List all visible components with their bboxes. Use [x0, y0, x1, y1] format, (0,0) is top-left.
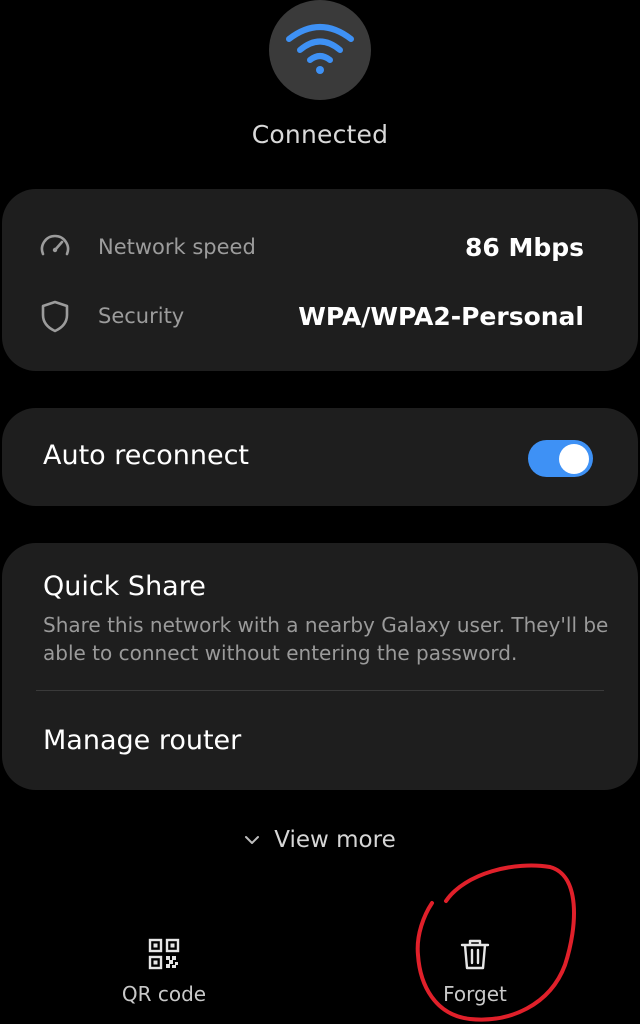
view-more-label: View more	[274, 827, 396, 853]
chevron-down-icon	[245, 836, 260, 844]
divider	[36, 690, 604, 691]
connection-status: Connected	[251, 120, 389, 149]
network-speed-value: 86 Mbps	[464, 232, 584, 262]
qr-code-icon	[148, 938, 180, 970]
wifi-status-circle	[269, 0, 371, 100]
shield-icon	[36, 297, 74, 335]
network-speed-row: Network speed 86 Mbps	[0, 227, 636, 267]
quick-share-description: Share this network with a nearby Galaxy …	[43, 613, 609, 665]
view-more-button[interactable]: View more	[0, 827, 640, 853]
network-info-card	[2, 189, 638, 371]
qr-code-button[interactable]: QR code	[94, 936, 234, 1006]
trash-icon	[460, 939, 490, 970]
auto-reconnect-label: Auto reconnect	[43, 440, 250, 471]
speedometer-icon	[36, 228, 74, 266]
security-value: WPA/WPA2-Personal	[298, 301, 584, 331]
manage-router-item[interactable]: Manage router	[43, 725, 241, 756]
qr-code-label: QR code	[121, 982, 207, 1006]
toggle-knob	[559, 443, 589, 474]
security-row: Security WPA/WPA2-Personal	[0, 296, 636, 336]
security-label: Security	[98, 304, 185, 328]
forget-button[interactable]: Forget	[405, 936, 545, 1006]
network-speed-label: Network speed	[98, 235, 256, 259]
auto-reconnect-toggle[interactable]	[528, 440, 593, 477]
quick-share-title[interactable]: Quick Share	[43, 571, 206, 602]
forget-label: Forget	[443, 982, 507, 1006]
wifi-icon	[286, 24, 354, 74]
